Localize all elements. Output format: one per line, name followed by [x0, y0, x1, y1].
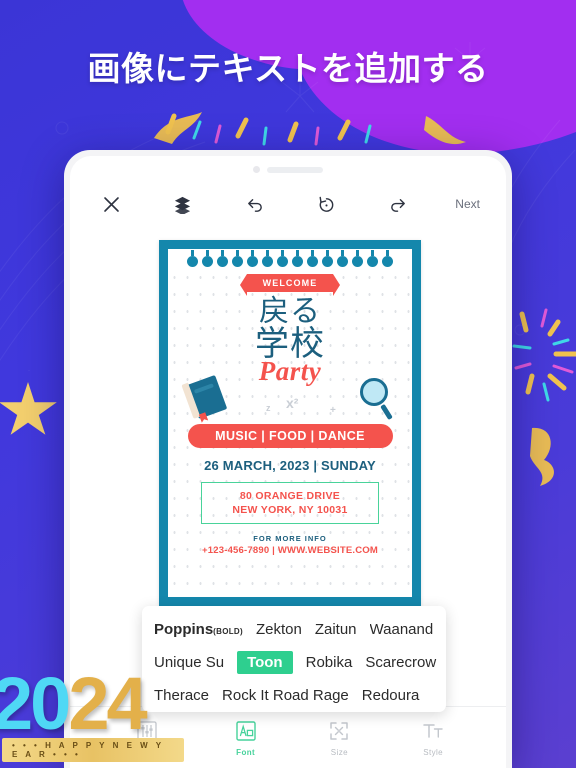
- font-row: Poppins(BOLD) Zekton Zaitun Waanand: [142, 613, 446, 646]
- binding-ring: [261, 250, 274, 267]
- app-screenshot: 画像にテキストを追加する 2024 • • • H A P P Y N E W …: [0, 0, 576, 768]
- page-title: 画像にテキストを追加する: [87, 50, 489, 87]
- font-option-robika[interactable]: Robika: [306, 655, 353, 670]
- poster-address-line2: NEW YORK, NY 10031: [232, 504, 348, 517]
- binding-ring: [381, 250, 394, 267]
- binding-ring: [321, 250, 334, 267]
- binding-ring: [186, 250, 199, 267]
- binding-ring: [246, 250, 259, 267]
- camera-icon: [253, 166, 260, 173]
- layers-icon: [175, 196, 191, 214]
- binding-ring: [201, 250, 214, 267]
- tab-font[interactable]: Font: [234, 706, 296, 757]
- new-year-digits: 2024: [0, 667, 184, 741]
- text-style-icon: [421, 719, 445, 743]
- binding-ring: [276, 250, 289, 267]
- magnifier-handle: [380, 403, 393, 421]
- poster-info-title: FOR MORE INFO: [253, 534, 327, 544]
- expand-arrows-icon: [327, 719, 351, 743]
- binding-ring: [216, 250, 229, 267]
- font-aa-icon: [234, 719, 258, 743]
- font-option-waanand[interactable]: Waanand: [370, 622, 434, 637]
- font-option-unique-su[interactable]: Unique Su: [154, 655, 224, 670]
- doodle-mark-plus: +: [330, 404, 336, 416]
- next-button[interactable]: Next: [453, 193, 482, 215]
- font-option-toon-selected[interactable]: Toon: [237, 651, 293, 674]
- binding-ring: [231, 250, 244, 267]
- tab-size[interactable]: Size: [327, 719, 351, 757]
- tab-label: Style: [423, 747, 444, 757]
- poster-inner: WELCOME 戻る 学校 Party z x² + MUSIC | FOOD …: [168, 249, 412, 597]
- binding-ring: [366, 250, 379, 267]
- close-button[interactable]: [94, 187, 128, 221]
- redo-icon: [391, 198, 405, 212]
- font-option-rock-it-road-rage[interactable]: Rock It Road Rage: [222, 688, 349, 703]
- font-option-poppins[interactable]: Poppins(BOLD): [154, 622, 243, 637]
- device-notch: [70, 166, 506, 173]
- welcome-ribbon-wrap: WELCOME: [178, 274, 402, 296]
- poster-jp-line1[interactable]: 戻る: [178, 297, 402, 327]
- poster-info-value[interactable]: +123-456-7890 | WWW.WEBSITE.COM: [178, 545, 402, 556]
- new-year-banner: • • • H A P P Y N E W Y E A R • • •: [2, 738, 184, 762]
- font-option-label: Poppins: [154, 621, 214, 638]
- editor-toolbar: Next: [70, 182, 506, 226]
- poster-address-line1: 80 ORANGE DRIVE: [239, 489, 341, 502]
- poster-address-box[interactable]: 80 ORANGE DRIVE NEW YORK, NY 10031: [201, 481, 379, 525]
- new-year-part2: 24: [68, 662, 147, 746]
- poster-canvas[interactable]: WELCOME 戻る 学校 Party z x² + MUSIC | FOOD …: [159, 240, 421, 606]
- font-option-sublabel: (BOLD): [213, 627, 243, 636]
- font-option-redoura[interactable]: Redoura: [362, 688, 420, 703]
- poster-date[interactable]: 26 MARCH, 2023 | SUNDAY: [178, 458, 402, 473]
- binding-ring: [336, 250, 349, 267]
- welcome-ribbon: WELCOME: [239, 274, 341, 296]
- redo-button[interactable]: [381, 187, 415, 221]
- binding-ring: [306, 250, 319, 267]
- poster-illustrations: z x² +: [178, 374, 402, 421]
- font-row: Unique Su Toon Robika Scarecrow: [142, 646, 446, 679]
- undo-icon: [248, 198, 263, 212]
- magnifier-icon: [360, 377, 388, 406]
- poster-content: WELCOME 戻る 学校 Party z x² + MUSIC | FOOD …: [168, 274, 412, 556]
- font-row: Therace Rock It Road Rage Redoura: [142, 679, 446, 712]
- close-icon: [103, 196, 119, 212]
- layers-button[interactable]: [166, 187, 200, 221]
- book-icon: [186, 374, 228, 420]
- tab-label: Font: [236, 747, 256, 757]
- font-picker-panel[interactable]: Poppins(BOLD) Zekton Zaitun Waanand Uniq…: [142, 606, 446, 712]
- tab-label: Size: [330, 747, 348, 757]
- reset-history-icon: [319, 196, 334, 212]
- binding-ring: [351, 250, 364, 267]
- font-option-scarecrow[interactable]: Scarecrow: [365, 655, 436, 670]
- confetti-dashes: [165, 113, 372, 146]
- new-year-graphic: 2024 • • • H A P P Y N E W Y E A R • • •: [0, 667, 184, 762]
- doodle-mark-x2: x²: [286, 394, 299, 411]
- poster-tagline[interactable]: MUSIC | FOOD | DANCE: [187, 423, 393, 448]
- reset-button[interactable]: [310, 187, 344, 221]
- doodle-mark-z: z: [266, 402, 271, 413]
- tab-style[interactable]: Style: [421, 719, 445, 757]
- speaker-grille: [267, 166, 323, 173]
- spiral-binding: [168, 249, 412, 267]
- binding-ring: [291, 250, 304, 267]
- gold-ribbon-right: [530, 427, 554, 486]
- font-option-zaitun[interactable]: Zaitun: [315, 622, 357, 637]
- undo-button[interactable]: [238, 187, 272, 221]
- font-option-zekton[interactable]: Zekton: [256, 622, 302, 637]
- new-year-part1: 20: [0, 662, 71, 746]
